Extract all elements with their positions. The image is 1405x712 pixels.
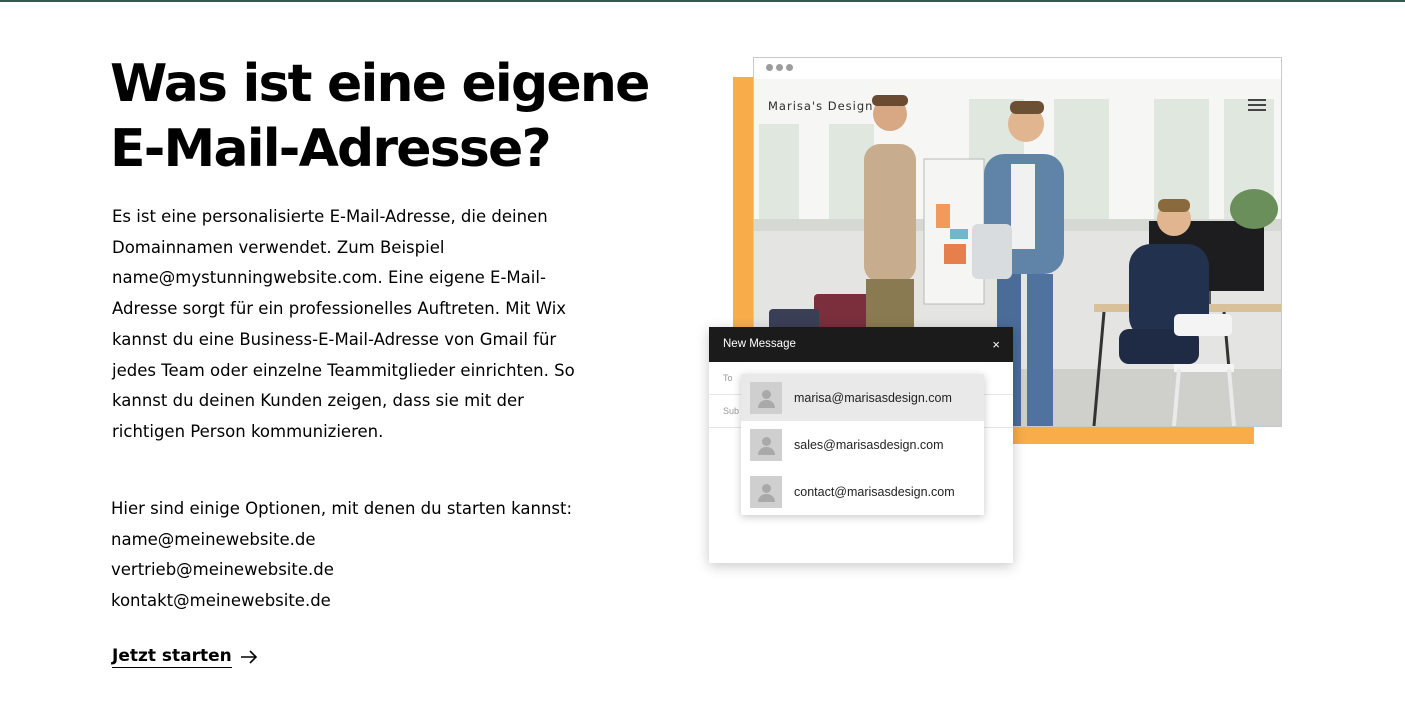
suggestion-email: sales@marisasdesign.com [794, 437, 944, 452]
intro-line: Es ist eine personalisierte E-Mail-Adres… [112, 207, 548, 226]
intro-line: Adresse sorgt für ein professionelles Au… [112, 299, 567, 319]
intro-line: name@mystunningwebsite.com. Eine eigene … [112, 268, 546, 288]
email-options: Hier sind einige Optionen, mit denen du … [111, 494, 651, 617]
site-title: Marisa's Design [768, 99, 874, 113]
browser-toolbar [754, 58, 1281, 79]
user-avatar-icon [750, 475, 782, 508]
arrow-right-icon [240, 650, 257, 664]
intro-line: richtigen Person kommunizieren. [112, 421, 384, 441]
suggestion-email: marisa@marisasdesign.com [794, 390, 952, 405]
suggestion-item[interactable]: sales@marisasdesign.com [741, 421, 984, 468]
intro-line: kannst du eine Business-E-Mail-Adresse v… [112, 329, 557, 349]
to-label: To [723, 373, 733, 383]
intro-line: Domainnamen verwendet. Zum Beispiel [112, 237, 445, 257]
user-avatar-icon [750, 428, 782, 461]
subject-label: Sub [723, 406, 740, 416]
window-dots-icon [766, 64, 793, 71]
option-email: name@meinewebsite.de [111, 529, 316, 549]
page-title: Was ist eine eigene E-Mail-Adresse? [110, 52, 670, 182]
email-suggestions-dropdown: marisa@marisasdesign.com sales@marisasde… [741, 374, 984, 515]
intro-line: jedes Team oder einzelne Teammitglieder … [112, 360, 575, 380]
suggestion-email: contact@marisasdesign.com [794, 484, 955, 499]
intro-paragraph: Es ist eine personalisierte E-Mail-Adres… [112, 202, 612, 448]
get-started-link[interactable]: Jetzt starten [112, 646, 258, 668]
suggestion-item[interactable]: marisa@marisasdesign.com [741, 374, 984, 421]
suggestion-item[interactable]: contact@marisasdesign.com [741, 468, 984, 515]
option-email: vertrieb@meinewebsite.de [111, 560, 334, 580]
intro-line: kannst du deinen Kunden zeigen, dass sie… [112, 391, 524, 411]
option-email: kontakt@meinewebsite.de [111, 591, 331, 611]
compose-title: New Message [723, 338, 796, 350]
close-icon[interactable]: × [992, 327, 1000, 362]
top-divider-line [0, 0, 1405, 2]
user-avatar-icon [750, 381, 782, 414]
get-started-label: Jetzt starten [112, 646, 232, 668]
hamburger-menu-icon [1248, 99, 1266, 112]
options-lead: Hier sind einige Optionen, mit denen du … [111, 499, 573, 518]
page-title-line-1: Was ist eine eigene [110, 54, 650, 114]
page-title-line-2: E-Mail-Adresse? [110, 119, 552, 179]
compose-header: New Message × [709, 327, 1013, 362]
